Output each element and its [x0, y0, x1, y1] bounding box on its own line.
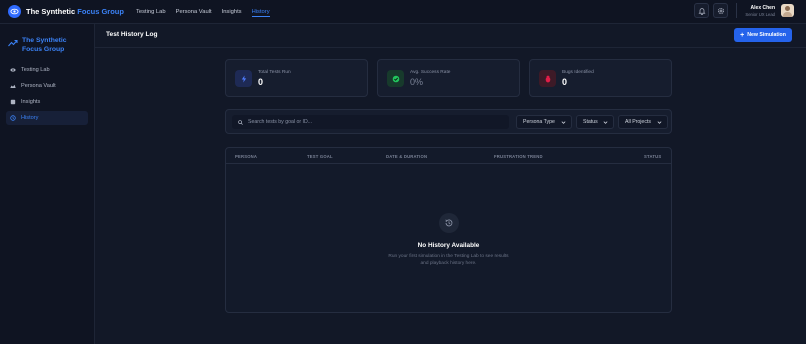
sidebar-item-persona-vault[interactable]: Persona Vault [6, 79, 88, 93]
sidebar-brand-text: The Synthetic Focus Group [22, 36, 67, 54]
gear-icon [717, 7, 724, 14]
settings-button[interactable] [713, 3, 729, 18]
topnav-insights[interactable]: Insights [222, 0, 242, 24]
stat-label: Avg. Success Rate [410, 70, 451, 75]
header-divider [736, 3, 738, 18]
stat-card-success-rate: Avg. Success Rate 0% [377, 59, 520, 97]
search-input[interactable]: Search tests by goal or ID... [232, 115, 509, 129]
user-role: Senior UX Lead [745, 11, 775, 17]
filter-bar: Search tests by goal or ID... Persona Ty… [225, 109, 672, 134]
check-circle-icon [387, 70, 404, 87]
column-date-duration[interactable]: DATE & DURATION [386, 154, 427, 159]
stat-value: 0% [410, 77, 424, 87]
stat-label: Bugs Identified [562, 70, 594, 75]
bell-icon [698, 7, 706, 15]
dropdown-label: All Projects [625, 119, 651, 125]
sidebar-item-history[interactable]: History [6, 111, 88, 125]
topnav-testing-lab[interactable]: Testing Lab [136, 0, 166, 24]
bug-icon [539, 70, 556, 87]
app-brand[interactable]: The Synthetic Focus Group [8, 5, 124, 18]
search-placeholder: Search tests by goal or ID... [248, 119, 313, 125]
stat-card-bugs: Bugs Identified 0 [529, 59, 672, 97]
sidebar-item-testing-lab[interactable]: Testing Lab [6, 63, 88, 77]
new-simulation-button[interactable]: + New Simulation [734, 28, 792, 42]
persona-type-dropdown[interactable]: Persona Type [516, 115, 572, 129]
app-name: The Synthetic Focus Group [26, 7, 124, 16]
column-frustration-trend[interactable]: FRUSTRATION TREND [494, 154, 543, 159]
sidebar-brand-line1: The Synthetic [22, 37, 67, 44]
history-icon [439, 213, 459, 233]
empty-state-description: Run your first simulation in the Testing… [388, 254, 509, 266]
sidebar-item-label: Insights [21, 99, 41, 105]
chevron-down-icon [561, 121, 566, 124]
avatar[interactable] [781, 4, 794, 17]
top-nav: Testing Lab Persona Vault Insights Histo… [136, 0, 280, 24]
sidebar-item-insights[interactable]: Insights [6, 95, 88, 109]
sidebar-item-label: History [21, 115, 39, 121]
stat-card-total-tests: Total Tests Run 0 [225, 59, 368, 97]
notifications-button[interactable] [694, 3, 710, 18]
eye-logo-icon [8, 5, 21, 18]
dropdown-label: Status [583, 119, 598, 125]
sidebar-brand-line2: Focus Group [22, 46, 65, 53]
chevron-down-icon [657, 121, 662, 124]
sidebar-item-label: Persona Vault [21, 83, 56, 89]
sidebar: The Synthetic Focus Group Testing Lab Pe… [0, 24, 95, 344]
sidebar-item-label: Testing Lab [21, 67, 50, 73]
new-simulation-label: New Simulation [747, 32, 786, 38]
history-table: PERSONA TEST GOAL DATE & DURATION FRUSTR… [225, 147, 672, 313]
stat-value: 0 [562, 77, 568, 87]
page-title: Test History Log [106, 31, 158, 38]
trend-up-icon [8, 39, 18, 47]
lightning-icon [235, 70, 252, 87]
stat-label: Total Tests Run [258, 70, 291, 75]
status-dropdown[interactable]: Status [576, 115, 614, 129]
column-status[interactable]: STATUS [644, 154, 661, 159]
user-info[interactable]: Alex Chen Senior UX Lead [745, 5, 775, 17]
history-icon [10, 115, 16, 121]
top-right-controls: Alex Chen Senior UX Lead [690, 3, 794, 18]
sidebar-nav: Testing Lab Persona Vault Insights Histo… [0, 63, 94, 125]
stat-value: 0 [258, 77, 264, 87]
flask-icon [10, 68, 16, 72]
users-icon [10, 84, 16, 88]
empty-state-title: No History Available [417, 242, 480, 249]
column-persona[interactable]: PERSONA [235, 154, 257, 159]
top-navbar: The Synthetic Focus Group Testing Lab Pe… [0, 0, 806, 24]
app-name-main: The Synthetic [26, 7, 76, 16]
chevron-down-icon [603, 121, 608, 124]
projects-dropdown[interactable]: All Projects [618, 115, 668, 129]
column-test-goal[interactable]: TEST GOAL [307, 154, 333, 159]
table-header: PERSONA TEST GOAL DATE & DURATION FRUSTR… [226, 148, 671, 164]
search-icon [238, 119, 243, 125]
user-name: Alex Chen [750, 4, 775, 11]
topnav-persona-vault[interactable]: Persona Vault [176, 0, 212, 24]
chart-icon [10, 99, 16, 105]
topnav-history[interactable]: History [251, 0, 270, 24]
dropdown-label: Persona Type [523, 119, 555, 125]
sidebar-brand[interactable]: The Synthetic Focus Group [8, 36, 94, 54]
app-name-accent: Focus Group [77, 7, 124, 16]
main-header: Test History Log + New Simulation [95, 24, 806, 48]
plus-icon: + [740, 31, 745, 39]
